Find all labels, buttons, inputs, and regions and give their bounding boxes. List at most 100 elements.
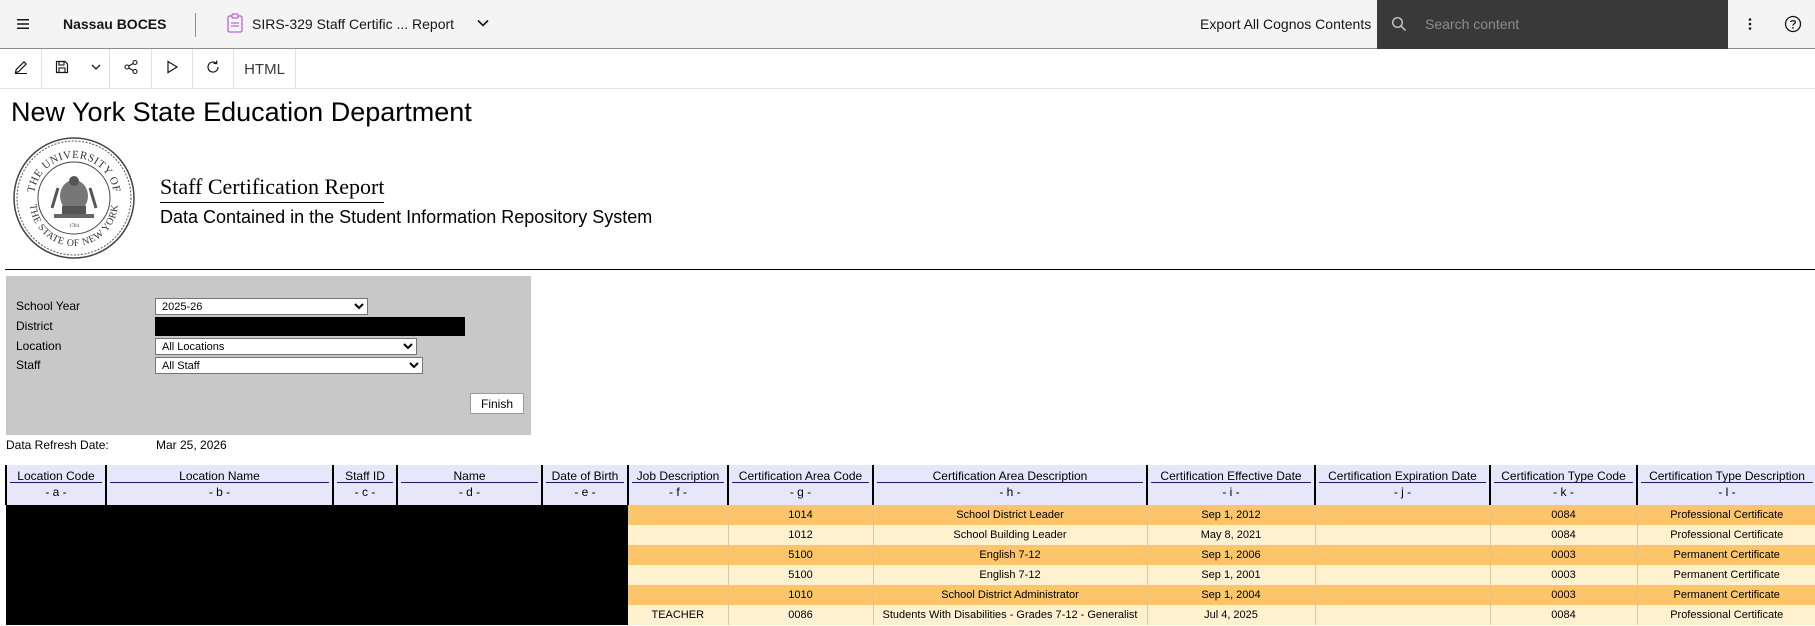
overflow-menu-icon[interactable] xyxy=(1728,0,1772,48)
report-toolbar: HTML xyxy=(0,49,1815,89)
pencil-icon xyxy=(13,59,29,80)
brand-name: Nassau BOCES xyxy=(63,16,167,32)
edit-button[interactable] xyxy=(0,49,42,89)
finish-button[interactable]: Finish xyxy=(470,393,524,414)
type-code-cell: 0084 xyxy=(1489,505,1637,525)
expiration-date-cell xyxy=(1314,545,1490,565)
area-description-cell: School Building Leader xyxy=(872,525,1147,545)
expiration-date-cell xyxy=(1314,585,1490,605)
column-name: Certification Area Code xyxy=(732,465,869,483)
refresh-button[interactable] xyxy=(193,49,234,89)
column-header[interactable]: Certification Area Code - g - xyxy=(727,465,873,505)
type-description-cell: Permanent Certificate xyxy=(1636,545,1815,565)
column-header[interactable]: Certification Expiration Date - j - xyxy=(1314,465,1490,505)
column-name: Certification Expiration Date xyxy=(1319,465,1486,483)
prompt-panel: School Year 2025-26 District Location Al… xyxy=(6,276,531,435)
column-header[interactable]: Location Name - b - xyxy=(105,465,333,505)
output-format-button[interactable]: HTML xyxy=(234,49,296,89)
play-icon xyxy=(164,59,180,80)
save-icon xyxy=(54,59,70,80)
column-name: Location Code xyxy=(10,465,102,483)
school-year-label: School Year xyxy=(16,299,81,313)
column-name: Staff ID xyxy=(337,465,393,483)
search-bar xyxy=(1377,0,1728,49)
type-description-cell: Professional Certificate xyxy=(1636,605,1815,625)
table-header-row: Location Code - a - Location Name - b - St… xyxy=(5,465,1815,505)
column-code: - l - xyxy=(1718,485,1736,499)
type-description-cell: Permanent Certificate xyxy=(1636,585,1815,605)
report-subtitle: Data Contained in the Student Informatio… xyxy=(160,207,653,227)
redacted-staff-block xyxy=(6,505,628,625)
export-all-button[interactable]: Export All Cognos Contents xyxy=(1200,16,1371,32)
column-name: Name xyxy=(401,465,538,483)
column-name: Location Name xyxy=(110,465,329,483)
staff-label: Staff xyxy=(16,358,41,372)
column-code: - k - xyxy=(1553,485,1574,499)
column-header[interactable]: Staff ID - c - xyxy=(332,465,397,505)
district-field-redacted xyxy=(155,317,465,336)
column-header[interactable]: Certification Effective Date - i - xyxy=(1146,465,1315,505)
data-refresh-label: Data Refresh Date: xyxy=(6,438,109,452)
expiration-date-cell xyxy=(1314,505,1490,525)
column-header[interactable]: Certification Area Description - h - xyxy=(872,465,1147,505)
effective-date-cell: Sep 1, 2004 xyxy=(1146,585,1315,605)
column-name: Certification Area Description xyxy=(877,465,1143,483)
column-header[interactable]: Certification Type Description - l - xyxy=(1636,465,1815,505)
type-code-cell: 0003 xyxy=(1489,545,1637,565)
help-icon[interactable] xyxy=(1771,0,1815,48)
area-code-cell: 5100 xyxy=(727,545,873,565)
header-divider xyxy=(5,269,1815,270)
department-title: New York State Education Department xyxy=(11,97,472,127)
search-input[interactable] xyxy=(1423,12,1713,36)
column-code: - j - xyxy=(1393,485,1412,499)
column-header[interactable]: Location Code - a - xyxy=(5,465,106,505)
column-header[interactable]: Job Description - f - xyxy=(627,465,728,505)
column-header[interactable]: Date of Birth - e - xyxy=(541,465,628,505)
share-button[interactable] xyxy=(110,49,152,89)
column-code: - e - xyxy=(574,485,596,499)
effective-date-cell: Sep 1, 2001 xyxy=(1146,565,1315,585)
hamburger-menu-icon[interactable] xyxy=(0,0,46,48)
report-icon xyxy=(226,12,244,36)
column-code: - h - xyxy=(999,485,1021,499)
top-bar: Nassau BOCES SIRS-329 Staff Certific ...… xyxy=(0,0,1815,49)
school-year-select[interactable]: 2025-26 xyxy=(155,298,368,315)
area-description-cell: English 7-12 xyxy=(872,565,1147,585)
effective-date-cell: Sep 1, 2012 xyxy=(1146,505,1315,525)
column-name: Job Description xyxy=(632,465,724,483)
type-code-cell: 0003 xyxy=(1489,565,1637,585)
save-button[interactable] xyxy=(42,49,82,89)
location-select[interactable]: All Locations xyxy=(155,338,417,355)
area-description-cell: English 7-12 xyxy=(872,545,1147,565)
data-refresh-date: Mar 25, 2026 xyxy=(156,438,227,452)
column-header[interactable]: Name - d - xyxy=(396,465,542,505)
type-code-cell: 0003 xyxy=(1489,585,1637,605)
job-description-cell xyxy=(628,585,728,605)
divider xyxy=(195,13,196,37)
run-button[interactable] xyxy=(152,49,193,89)
area-code-cell: 5100 xyxy=(727,565,873,585)
effective-date-cell: May 8, 2021 xyxy=(1146,525,1315,545)
column-header[interactable]: Certification Type Code - k - xyxy=(1489,465,1637,505)
nys-university-seal: THE UNIVERSITY OF THE STATE OF NEW YORK … xyxy=(12,136,136,260)
expiration-date-cell xyxy=(1314,565,1490,585)
column-code: - g - xyxy=(789,485,812,499)
save-options-button[interactable] xyxy=(82,49,110,89)
search-icon xyxy=(1391,16,1407,37)
staff-select[interactable]: All Staff xyxy=(155,357,423,374)
job-description-cell xyxy=(628,545,728,565)
certification-table: Location Code - a - Location Name - b - St… xyxy=(5,465,1815,625)
column-name: Certification Type Description xyxy=(1641,465,1813,483)
area-description-cell: School District Administrator xyxy=(872,585,1147,605)
area-code-cell: 1010 xyxy=(727,585,873,605)
report-switcher[interactable]: SIRS-329 Staff Certific ... Report xyxy=(226,8,490,40)
column-code: - d - xyxy=(458,485,481,499)
table-row: 1014 School District Leader Sep 1, 2012 … xyxy=(6,505,1815,625)
column-code: - b - xyxy=(208,485,231,499)
job-description-cell xyxy=(628,565,728,585)
type-code-cell: 0084 xyxy=(1489,525,1637,545)
chevron-down-icon[interactable] xyxy=(476,16,490,33)
job-description-cell xyxy=(628,525,728,545)
expiration-date-cell xyxy=(1314,525,1490,545)
type-description-cell: Professional Certificate xyxy=(1636,525,1815,545)
